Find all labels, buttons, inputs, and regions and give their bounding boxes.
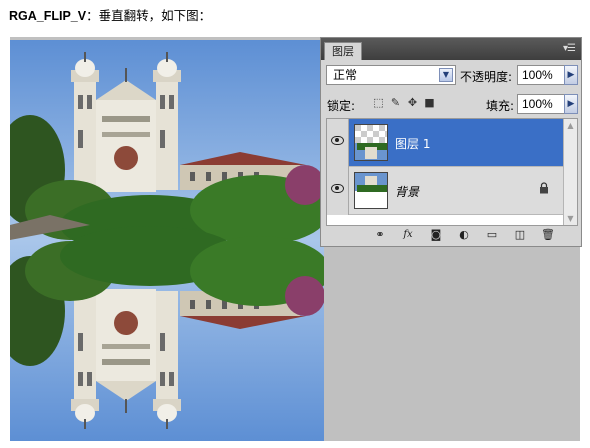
opacity-arrow-icon[interactable]: ▶ [564,65,578,85]
panel-menu-icon[interactable]: ▾☰ [563,43,576,54]
layer-name[interactable]: 图层 1 [395,135,430,152]
fill-arrow-icon[interactable]: ▶ [564,94,578,114]
lock-paint-icon[interactable]: ✎ [390,97,401,108]
blend-mode-value: 正常 [333,68,358,82]
layer-thumbnail [354,172,388,209]
opacity-label: 不透明度: [460,70,513,84]
link-icon[interactable]: ⚭ [373,228,387,242]
fill-input[interactable]: 100% [517,94,565,114]
layers-panel: 图层 ▾☰ 正常 ▼ 不透明度: 100% ▶ 锁定: ⬚ ✎ ✥ ■ 填充: … [320,37,582,247]
panel-titlebar: 图层 ▾☰ [321,38,581,60]
layer-list: 图层 1 背景 ▲ ▼ [326,118,578,226]
lock-all-icon[interactable]: ■ [424,97,435,108]
blend-mode-select[interactable]: 正常 ▼ [326,65,456,85]
panel-toolbar: ⚭ fx ◙ ◐ ▭ ◫ 🗑 [321,224,581,246]
new-layer-icon[interactable]: ◫ [513,228,527,242]
lock-label: 锁定: [327,99,356,113]
layer-thumbnail [354,124,388,161]
mask-icon[interactable]: ◙ [429,228,443,242]
lock-icon [540,182,548,194]
trash-icon[interactable]: 🗑 [541,228,555,242]
heading-text: ：垂直翻转，如下图： [86,8,212,23]
opacity-input[interactable]: 100% [517,65,565,85]
chevron-down-icon[interactable]: ▼ [439,68,453,82]
adjustment-icon[interactable]: ◐ [457,228,471,242]
fx-icon[interactable]: fx [401,228,415,242]
flipped-church-photo [10,40,324,441]
layer-row-layer1[interactable]: 图层 1 [327,119,565,167]
visibility-toggle[interactable] [327,167,349,215]
lock-move-icon[interactable]: ✥ [407,97,418,108]
lock-transparent-icon[interactable]: ⬚ [373,97,384,108]
layer-list-scrollbar[interactable]: ▲ ▼ [563,119,577,225]
tab-layers[interactable]: 图层 [324,42,362,60]
heading-code: RGA_FLIP_V [9,9,87,23]
group-icon[interactable]: ▭ [485,228,499,242]
page-heading: RGA_FLIP_V：垂直翻转，如下图： [9,5,211,24]
fill-label: 填充: [486,99,515,113]
layer-name[interactable]: 背景 [395,183,419,200]
lock-options: ⬚ ✎ ✥ ■ [373,97,435,108]
eye-icon [331,184,344,193]
visibility-toggle[interactable] [327,119,349,167]
scroll-up-icon[interactable]: ▲ [566,121,575,130]
scroll-down-icon[interactable]: ▼ [566,214,575,223]
layer-row-background[interactable]: 背景 [327,167,565,215]
eye-icon [331,136,344,145]
